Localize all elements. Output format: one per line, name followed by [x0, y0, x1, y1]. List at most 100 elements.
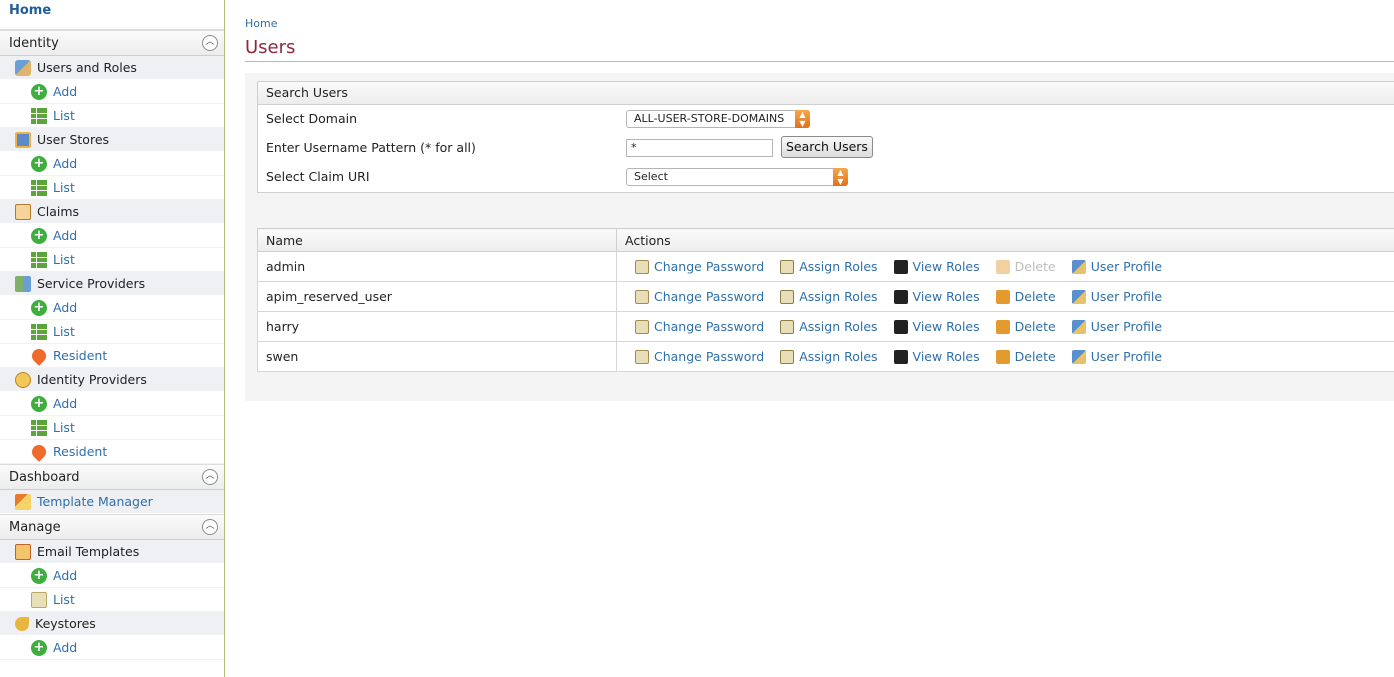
sidebar-item-identity-providers-list[interactable]: List — [0, 416, 224, 440]
collapse-icon[interactable]: ︿ — [202, 469, 218, 485]
collapse-icon[interactable]: ︿ — [202, 519, 218, 535]
page-title: Users — [245, 37, 296, 58]
sidebar-item-label[interactable]: List — [53, 416, 75, 440]
search-heading: Search Users — [258, 82, 1394, 105]
sidebar-item-identity-providers-resident[interactable]: Resident — [0, 440, 224, 464]
sidebar-group-label: Service Providers — [37, 275, 146, 291]
list-icon — [31, 323, 47, 340]
assign-roles-link[interactable]: Assign Roles — [780, 289, 878, 304]
domain-label: Select Domain — [266, 111, 358, 126]
sidebar-item-label[interactable]: Add — [53, 296, 77, 320]
content-box: Search Users Select Domain ALL-USER-STOR… — [245, 73, 1394, 401]
sidebar-item-label[interactable]: Resident — [53, 344, 107, 368]
user-profile-link[interactable]: User Profile — [1071, 259, 1162, 274]
sidebar-item-users-and-roles-add[interactable]: + Add — [0, 80, 224, 104]
sidebar-group-claims[interactable]: Claims — [0, 200, 224, 224]
search-users-button[interactable]: Search Users — [781, 136, 873, 158]
sidebar-item-user-stores-add[interactable]: + Add — [0, 152, 224, 176]
delete-label: Delete — [1014, 349, 1056, 364]
sidebar-group-label: Identity Providers — [37, 371, 147, 387]
table-row: apim_reserved_user Change Password Assign … — [257, 281, 1394, 312]
sidebar-item-label[interactable]: Add — [53, 80, 77, 104]
user-profile-link[interactable]: User Profile — [1071, 289, 1162, 304]
delete-link[interactable]: Delete — [995, 319, 1056, 334]
add-icon: + — [31, 299, 47, 316]
change-password-link[interactable]: Change Password — [635, 259, 764, 274]
sidebar-group-email-templates[interactable]: Email Templates — [0, 540, 224, 564]
view-roles-icon — [893, 349, 908, 364]
sidebar-group-label: Claims — [37, 203, 80, 219]
sidebar-item-label[interactable]: Add — [53, 224, 77, 248]
section-manage[interactable]: Manage ︿ — [0, 514, 224, 540]
change-password-icon — [635, 349, 649, 364]
claim-uri-select[interactable]: Select ▲ ▼ — [626, 168, 848, 186]
delete-link[interactable]: Delete — [995, 289, 1056, 304]
sidebar-home-link[interactable]: Home — [0, 0, 224, 30]
user-profile-link[interactable]: User Profile — [1071, 349, 1162, 364]
sidebar-item-service-providers-add[interactable]: + Add — [0, 296, 224, 320]
sidebar-item-template-manager[interactable]: Template Manager — [0, 490, 224, 514]
sidebar-item-label[interactable]: Template Manager — [37, 490, 153, 514]
user-name-cell: admin — [257, 251, 617, 282]
section-dashboard[interactable]: Dashboard ︿ — [0, 464, 224, 490]
sidebar-item-label[interactable]: Add — [53, 564, 77, 588]
section-identity[interactable]: Identity ︿ — [0, 30, 224, 56]
delete-icon — [995, 349, 1010, 364]
edit-list-icon — [31, 591, 47, 608]
assign-roles-link[interactable]: Assign Roles — [780, 349, 878, 364]
sidebar-item-email-templates-list[interactable]: List — [0, 588, 224, 612]
sidebar-item-label[interactable]: Add — [53, 392, 77, 416]
sidebar-item-label[interactable]: List — [53, 248, 75, 272]
delete-link[interactable]: Delete — [995, 349, 1056, 364]
sidebar-group-users-and-roles[interactable]: Users and Roles — [0, 56, 224, 80]
view-roles-link[interactable]: View Roles — [893, 259, 980, 274]
assign-roles-link[interactable]: Assign Roles — [780, 319, 878, 334]
sidebar-item-label[interactable]: List — [53, 104, 75, 128]
select-arrow-icon: ▲ ▼ — [833, 168, 848, 186]
sidebar-item-label[interactable]: List — [53, 176, 75, 200]
sidebar-group-identity-providers[interactable]: Identity Providers — [0, 368, 224, 392]
sidebar-item-user-stores-list[interactable]: List — [0, 176, 224, 200]
domain-select-value: ALL-USER-STORE-DOMAINS — [634, 112, 785, 125]
domain-select[interactable]: ALL-USER-STORE-DOMAINS ▲ ▼ — [626, 110, 810, 128]
list-icon — [31, 251, 47, 268]
change-password-link[interactable]: Change Password — [635, 319, 764, 334]
sidebar-group-label: User Stores — [37, 131, 110, 147]
user-profile-label: User Profile — [1090, 319, 1163, 334]
delete-label: Delete — [1014, 259, 1056, 274]
sidebar-item-users-and-roles-list[interactable]: List — [0, 104, 224, 128]
sidebar-item-label[interactable]: Add — [53, 636, 77, 660]
template-manager-icon — [15, 493, 31, 510]
breadcrumb[interactable]: Home — [245, 17, 277, 30]
sidebar-item-service-providers-resident[interactable]: Resident — [0, 344, 224, 368]
user-profile-link[interactable]: User Profile — [1071, 319, 1163, 334]
collapse-icon[interactable]: ︿ — [202, 35, 218, 51]
sidebar-item-label[interactable]: List — [53, 588, 75, 612]
view-roles-link[interactable]: View Roles — [893, 349, 980, 364]
sidebar-group-keystores[interactable]: Keystores — [0, 612, 224, 636]
view-roles-link[interactable]: View Roles — [893, 289, 980, 304]
sidebar-item-claims-list[interactable]: List — [0, 248, 224, 272]
delete-link: Delete — [995, 259, 1056, 274]
sidebar-item-keystores-add[interactable]: + Add — [0, 636, 224, 660]
assign-roles-link[interactable]: Assign Roles — [780, 259, 878, 274]
actions-group: Change Password Assign Roles View Roles Del… — [625, 349, 1394, 364]
change-password-link[interactable]: Change Password — [635, 349, 764, 364]
sidebar-item-claims-add[interactable]: + Add — [0, 224, 224, 248]
sidebar-item-label[interactable]: List — [53, 320, 75, 344]
sidebar-item-label[interactable]: Add — [53, 152, 77, 176]
sidebar-item-service-providers-list[interactable]: List — [0, 320, 224, 344]
change-password-link[interactable]: Change Password — [635, 289, 764, 304]
email-templates-icon — [15, 543, 31, 560]
actions-group: Change Password Assign Roles View Roles Del… — [625, 259, 1394, 274]
sidebar-item-identity-providers-add[interactable]: + Add — [0, 392, 224, 416]
view-roles-icon — [893, 289, 908, 304]
change-password-icon — [635, 289, 649, 304]
sidebar-group-service-providers[interactable]: Service Providers — [0, 272, 224, 296]
sidebar-item-label[interactable]: Resident — [53, 440, 107, 464]
sidebar-item-email-templates-add[interactable]: + Add — [0, 564, 224, 588]
actions-group: Change Password Assign Roles View Roles Del… — [625, 319, 1394, 334]
view-roles-link[interactable]: View Roles — [893, 319, 980, 334]
sidebar-group-user-stores[interactable]: User Stores — [0, 128, 224, 152]
username-pattern-input[interactable]: * — [626, 139, 773, 157]
